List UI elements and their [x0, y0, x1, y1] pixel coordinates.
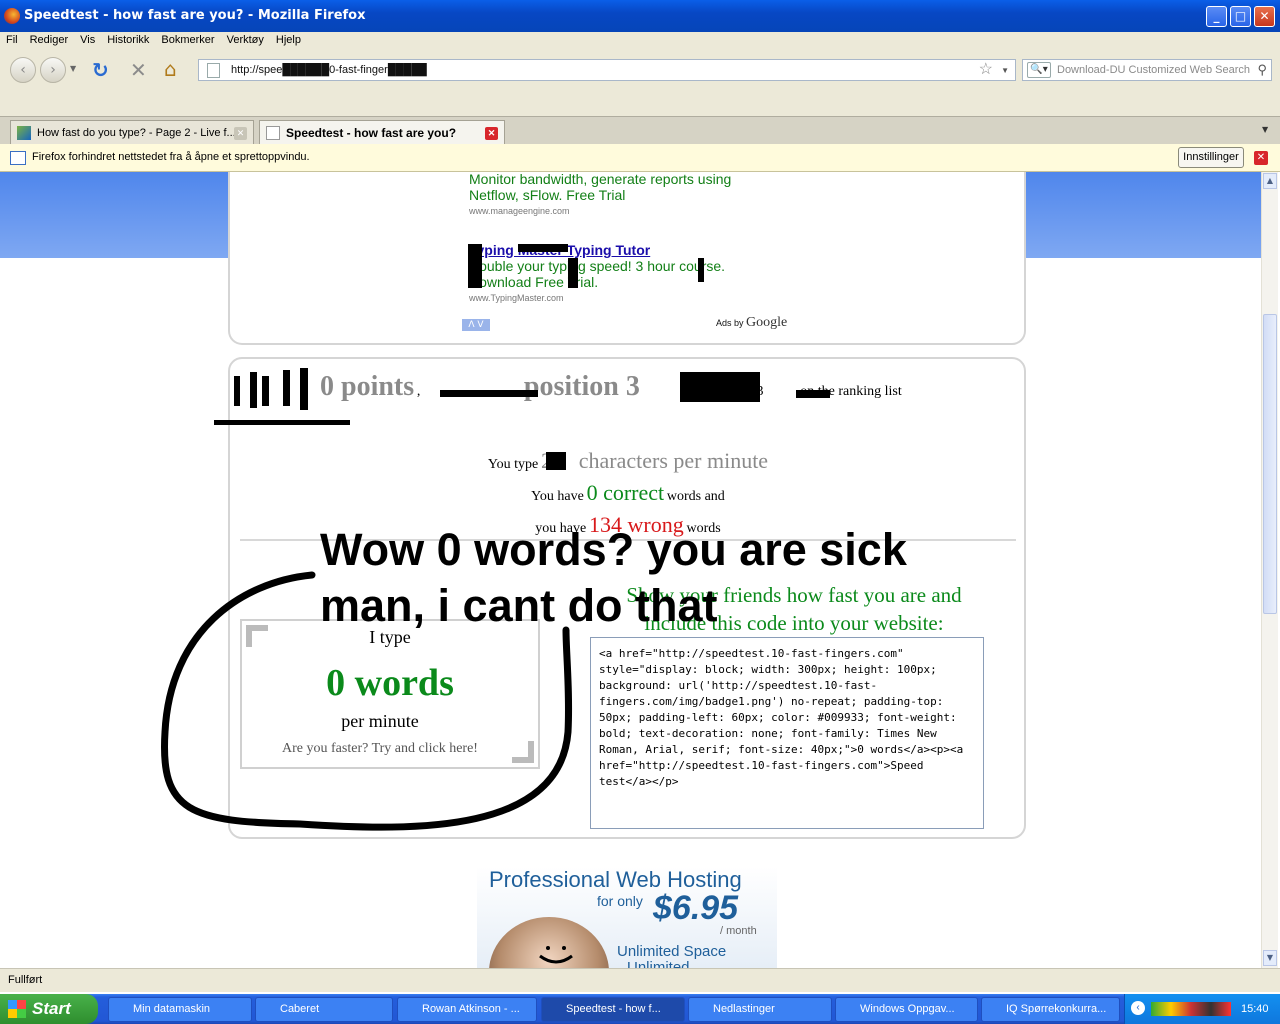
tab-list-icon[interactable]: ▼ — [1262, 125, 1268, 134]
tab-speedtest[interactable]: Speedtest - how fast are you? ✕ — [259, 120, 505, 145]
tray-icons[interactable] — [1151, 1002, 1231, 1016]
options-button[interactable]: Innstillinger — [1178, 147, 1244, 168]
scroll-down-icon[interactable]: ▼ — [1263, 950, 1277, 966]
search-placeholder: Download-DU Customized Web Search — [1057, 64, 1250, 76]
window-title: Speedtest - how fast are you? - Mozilla … — [24, 8, 366, 23]
smiley-eye — [546, 946, 550, 950]
taskbar-item[interactable]: Windows Oppgav... — [835, 997, 978, 1022]
window-title-bar[interactable]: Speedtest - how fast are you? - Mozilla … — [0, 0, 1280, 32]
notification-text: Firefox forhindret nettstedet fra å åpne… — [32, 151, 310, 163]
windows-logo-icon — [8, 1000, 26, 1018]
overlay-caption: Wow 0 words? you are sick man, i cant do… — [320, 524, 907, 631]
tab-close-icon[interactable]: ✕ — [485, 127, 498, 140]
tab-favicon-icon — [266, 126, 280, 140]
tray-expand-icon[interactable]: ‹ — [1131, 1001, 1145, 1015]
taskbar-item[interactable]: Nedlastinger — [688, 997, 832, 1022]
page-content: Monitor bandwidth, generate reports usin… — [0, 172, 1261, 968]
tab-typing-forum[interactable]: How fast do you type? - Page 2 - Live f.… — [10, 120, 254, 145]
tab-close-icon[interactable]: ✕ — [234, 127, 247, 140]
start-label: Start — [32, 999, 71, 1018]
maximize-button[interactable]: □ — [1230, 6, 1251, 27]
firefox-logo-icon — [4, 8, 20, 24]
taskbar-item-active[interactable]: Speedtest - how f... — [541, 997, 685, 1022]
close-window-button[interactable]: ✕ — [1254, 6, 1275, 27]
url-dropdown-icon[interactable]: ▼ — [1001, 61, 1009, 81]
clock: 15:40 — [1241, 1003, 1269, 1015]
menu-edit[interactable]: Rediger — [24, 32, 75, 46]
search-input[interactable]: 🔍▾ Download-DU Customized Web Search ⚲ — [1022, 59, 1272, 81]
windows-taskbar: Start Min datamaskin Caberet Rowan Atkin… — [0, 994, 1280, 1024]
page-icon — [207, 63, 220, 78]
back-icon[interactable]: ‹ — [10, 57, 36, 83]
popup-blocked-icon — [10, 151, 26, 165]
menu-bookmarks[interactable]: Bokmerker — [155, 32, 220, 46]
menu-bar: Fil Rediger Vis Historikk Bokmerker Verktøy Hj… — [0, 32, 1280, 50]
search-engine-icon[interactable]: 🔍▾ — [1027, 62, 1051, 78]
tab-label: How fast do you type? - Page 2 - Live f.… — [37, 127, 236, 139]
history-dropdown-icon[interactable]: ▼ — [70, 64, 76, 73]
notification-close-icon[interactable]: ✕ — [1254, 151, 1268, 165]
menu-file[interactable]: Fil — [0, 32, 24, 46]
status-text: Fullført — [8, 974, 43, 986]
tab-strip: How fast do you type? - Page 2 - Live f.… — [0, 116, 1280, 145]
bookmark-star-icon[interactable]: ☆ — [979, 60, 993, 80]
start-button[interactable]: Start — [0, 994, 98, 1024]
taskbar-item[interactable]: IQ Spørrekonkurra... — [981, 997, 1120, 1022]
minimize-button[interactable]: _ — [1206, 6, 1227, 27]
tab-favicon-icon — [17, 126, 31, 140]
home-icon[interactable]: ⌂ — [164, 57, 177, 81]
scroll-up-icon[interactable]: ▲ — [1263, 173, 1277, 189]
url-text: http://spee██████0-fast-finger█████ — [231, 64, 427, 76]
scroll-thumb[interactable] — [1263, 314, 1277, 614]
taskbar-item[interactable]: Rowan Atkinson - ... — [397, 997, 537, 1022]
forward-icon[interactable]: › — [40, 57, 66, 83]
menu-history[interactable]: Historikk — [101, 32, 155, 46]
url-bar[interactable]: http://spee██████0-fast-finger█████ ☆ ▼ — [198, 59, 1016, 81]
vertical-scrollbar[interactable]: ▲ ▼ — [1261, 172, 1278, 968]
status-bar: Fullført — [0, 968, 1280, 992]
smiley-mouth — [539, 954, 573, 964]
popup-blocked-bar: Firefox forhindret nettstedet fra å åpne… — [0, 144, 1280, 172]
navigation-toolbar: ‹ › ▼ ↻ ✕ ⌂ http://spee██████0-fast-fing… — [0, 50, 1280, 90]
system-tray: ‹ 15:40 — [1124, 994, 1280, 1024]
tab-label: Speedtest - how fast are you? — [286, 126, 457, 140]
menu-help[interactable]: Hjelp — [270, 32, 307, 46]
taskbar-item[interactable]: Caberet — [255, 997, 393, 1022]
stop-icon[interactable]: ✕ — [130, 58, 147, 82]
search-go-icon[interactable]: ⚲ — [1257, 60, 1267, 80]
menu-view[interactable]: Vis — [74, 32, 101, 46]
taskbar-item[interactable]: Min datamaskin — [108, 997, 252, 1022]
smiley-eye — [562, 946, 566, 950]
menu-tools[interactable]: Verktøy — [221, 32, 270, 46]
reload-icon[interactable]: ↻ — [92, 58, 109, 82]
bookmarks-toolbar — [0, 90, 1280, 116]
